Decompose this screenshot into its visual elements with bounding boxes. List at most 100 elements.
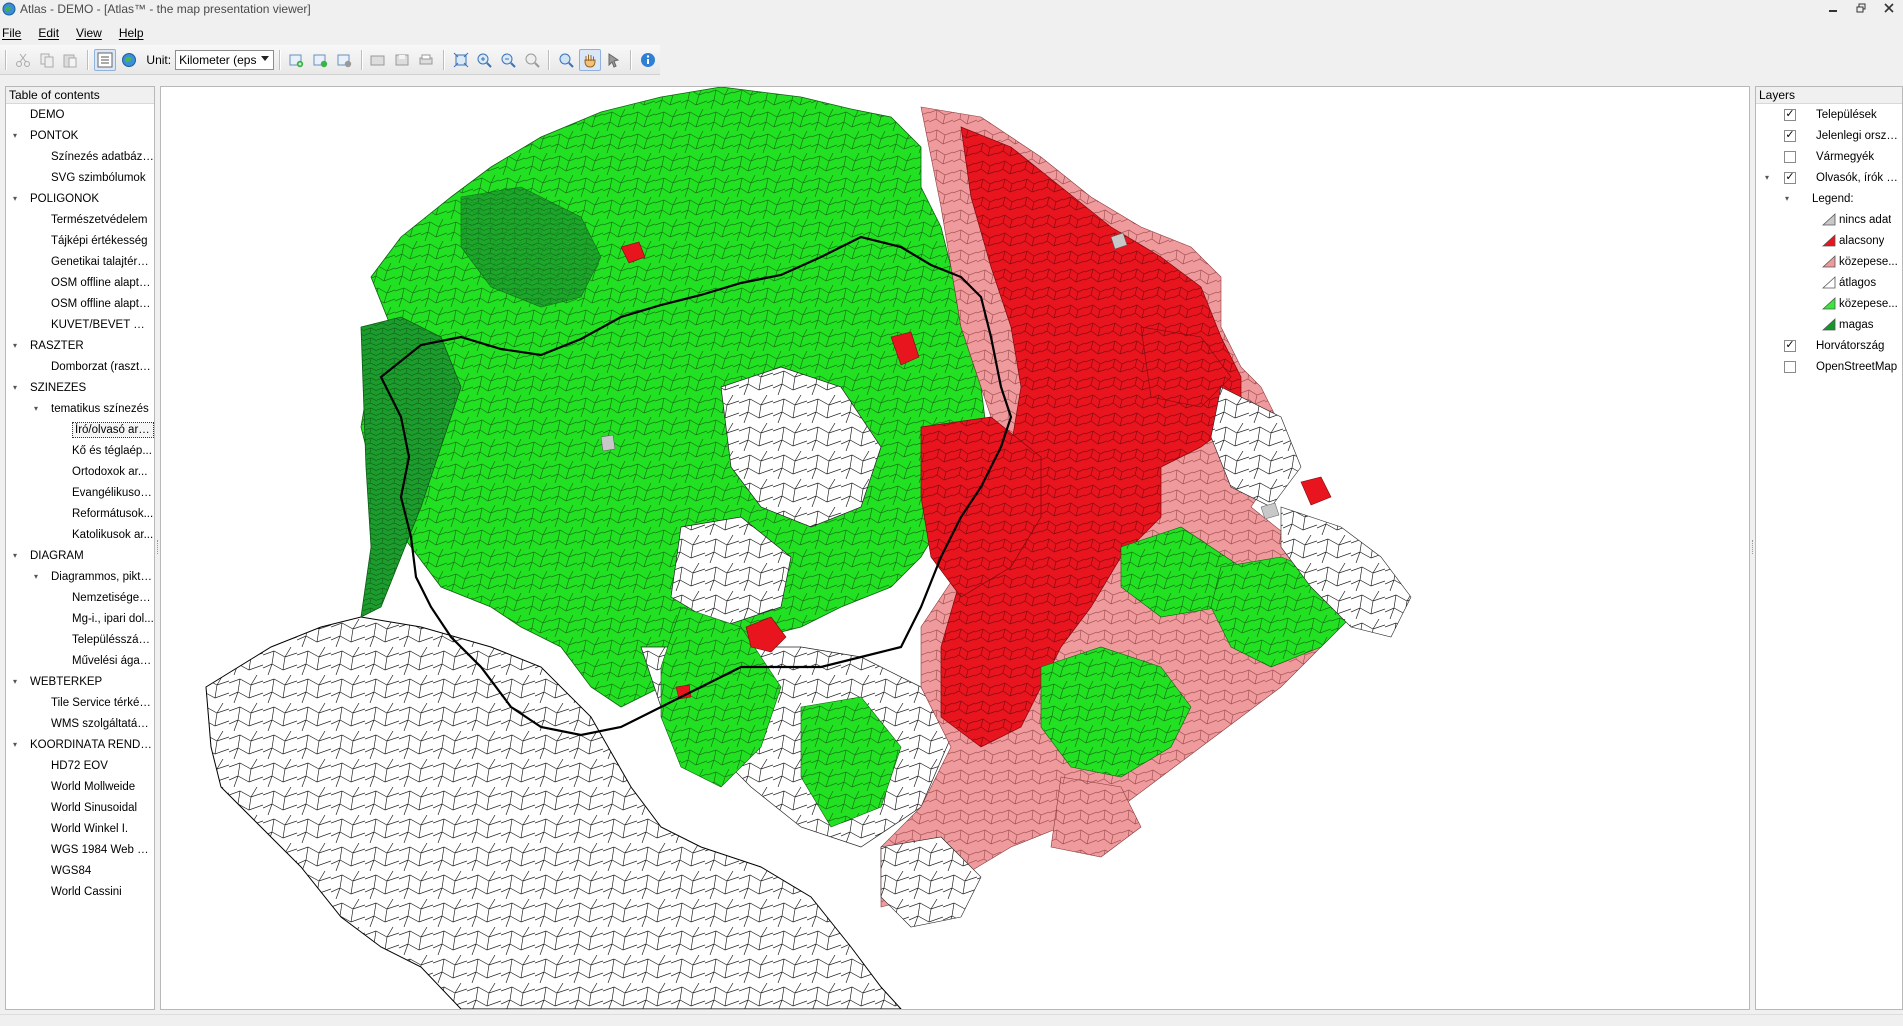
expand-toggle-icon[interactable]: ▾ — [31, 572, 41, 582]
zoom-previous-button[interactable] — [521, 49, 543, 71]
layer-item[interactable]: ✓ Települések — [1756, 104, 1902, 125]
expand-toggle-icon[interactable]: ▾ — [10, 740, 20, 750]
toc-item[interactable]: Reformátusok... — [6, 503, 154, 524]
toc-item[interactable]: World Sinusoidal — [6, 797, 154, 818]
toc-item[interactable]: Író/olvasó ará... — [6, 419, 154, 440]
toc-item[interactable]: World Mollweide — [6, 776, 154, 797]
expand-toggle-icon[interactable]: ▾ — [31, 404, 41, 414]
toc-item[interactable]: Nemzetiségek ... — [6, 587, 154, 608]
toc-item[interactable]: ▾ tematikus színezés — [6, 398, 154, 419]
toc-item[interactable]: Genetikai talajtérkép — [6, 251, 154, 272]
toc-item[interactable]: DEMO — [6, 104, 154, 125]
legend-swatch-icon — [1822, 297, 1836, 310]
toc-item[interactable]: Tájképi értékesség — [6, 230, 154, 251]
expand-toggle-icon[interactable]: ▾ — [10, 551, 20, 561]
toc-item[interactable]: Katolikusok ar... — [6, 524, 154, 545]
cut-button[interactable] — [12, 49, 34, 71]
paste-button[interactable] — [59, 49, 81, 71]
toc-item[interactable]: Természetvédelem — [6, 209, 154, 230]
layer-item[interactable]: Vármegyék — [1756, 146, 1902, 167]
toc-item[interactable]: Mg-i., ipari dol... — [6, 608, 154, 629]
minimize-button[interactable] — [1819, 0, 1847, 16]
expand-toggle-icon[interactable]: ▾ — [1782, 194, 1792, 204]
expand-toggle-icon[interactable]: ▾ — [10, 383, 20, 393]
left-splitter-handle[interactable] — [157, 540, 159, 554]
toc-item[interactable]: WGS84 — [6, 860, 154, 881]
toc-item[interactable]: Településszám... — [6, 629, 154, 650]
menu-help[interactable]: Help — [117, 26, 149, 40]
zoom-out-button[interactable] — [497, 49, 519, 71]
menu-file[interactable]: File — [0, 26, 26, 40]
map-canvas[interactable] — [161, 87, 1749, 1009]
layer-visibility-checkbox[interactable]: ✓ — [1784, 171, 1796, 184]
globe-button[interactable] — [118, 49, 140, 71]
toc-item[interactable]: ▾ DIAGRAM — [6, 545, 154, 566]
unit-dropdown[interactable]: Kilometer (eps — [175, 49, 274, 70]
layer-visibility-checkbox[interactable]: ✓ — [1784, 129, 1796, 142]
toc-item[interactable]: WMS szolgáltatások — [6, 713, 154, 734]
toc-item[interactable]: HD72 EOV — [6, 755, 154, 776]
open-button[interactable] — [368, 49, 390, 71]
layer-visibility-checkbox[interactable] — [1784, 150, 1796, 163]
toc-item[interactable]: Színezés adatbázis... — [6, 146, 154, 167]
restore-button[interactable] — [1847, 0, 1875, 16]
layer-item[interactable]: ▾ ✓ Olvasók, írók a... — [1756, 167, 1902, 188]
toc-item[interactable]: Evangélikusok... — [6, 482, 154, 503]
layer-item[interactable]: OpenStreetMap — [1756, 356, 1902, 377]
toc-item[interactable]: KÜVET/BEVET minta — [6, 314, 154, 335]
save-button[interactable] — [391, 49, 413, 71]
zoom-extent-button[interactable] — [450, 49, 472, 71]
toc-item[interactable]: Domborzat (raszte... — [6, 356, 154, 377]
toc-item[interactable]: WGS 1984 Web M... — [6, 839, 154, 860]
toc-item[interactable]: Ortodoxok ar... — [6, 461, 154, 482]
toc-item[interactable]: ▾ WEBTÉRKÉP — [6, 671, 154, 692]
table-of-contents-toggle[interactable] — [94, 48, 116, 71]
map-view[interactable] — [160, 86, 1750, 1010]
print-button[interactable] — [415, 49, 437, 71]
layer-visibility-checkbox[interactable]: ✓ — [1784, 108, 1796, 121]
expand-toggle-icon[interactable]: ▾ — [10, 194, 20, 204]
folder-icon — [370, 55, 385, 65]
add-data-button[interactable] — [309, 49, 331, 71]
toc-item[interactable]: Művelési ágak... — [6, 650, 154, 671]
toc-item[interactable]: ▾ PONTOK — [6, 125, 154, 146]
toc-item[interactable]: World Winkel I. — [6, 818, 154, 839]
zoom-in-button[interactable] — [473, 49, 495, 71]
layer-item-label: Jelenlegi orszá... — [1816, 129, 1902, 142]
expand-toggle-icon[interactable]: ▾ — [1762, 173, 1772, 183]
right-splitter-handle[interactable] — [1752, 540, 1754, 554]
toc-item[interactable]: World Cassini — [6, 881, 154, 902]
toc-item[interactable]: ▾ Diagrammos, pikto... — [6, 566, 154, 587]
layer-visibility-checkbox[interactable] — [1784, 360, 1796, 373]
toc-item[interactable]: ▾ KOORDINÁTA RENDSZ... — [6, 734, 154, 755]
toc-item[interactable]: ▾ POLIGONOK — [6, 188, 154, 209]
info-button[interactable] — [637, 49, 659, 71]
toc-item[interactable]: ▾ RASZTER — [6, 335, 154, 356]
toolbar-separator — [87, 49, 89, 70]
layer-item[interactable]: ✓ Horvátország — [1756, 335, 1902, 356]
copy-button[interactable] — [36, 49, 58, 71]
expand-toggle-icon[interactable]: ▾ — [10, 341, 20, 351]
expand-toggle-icon[interactable]: ▾ — [10, 131, 20, 141]
toc-item[interactable]: Tile Service térképek — [6, 692, 154, 713]
menu-view[interactable]: View — [74, 26, 107, 40]
toc-item[interactable]: OSM offline alapté... — [6, 293, 154, 314]
menu-edit[interactable]: Edit — [36, 26, 64, 40]
layer-visibility-checkbox[interactable]: ✓ — [1784, 339, 1796, 352]
layer-item[interactable]: ✓ Jelenlegi orszá... — [1756, 125, 1902, 146]
toc-item[interactable]: Kő és téglaép... — [6, 440, 154, 461]
zoom-in-icon — [477, 53, 492, 68]
pan-tool-button[interactable] — [579, 48, 601, 71]
toc-item-label: Természetvédelem — [51, 213, 148, 226]
toc-item[interactable]: OSM offline alapté... — [6, 272, 154, 293]
close-button[interactable] — [1875, 0, 1903, 16]
toc-item[interactable]: ▾ SZÍNEZÉS — [6, 377, 154, 398]
select-tool-button[interactable] — [603, 49, 625, 71]
toc-item[interactable]: SVG szimbólumok — [6, 167, 154, 188]
add-layer-button[interactable] — [286, 49, 308, 71]
remove-layer-button[interactable] — [333, 49, 355, 71]
zoom-tool-button[interactable] — [555, 49, 577, 71]
legend-item-label: közepese... — [1839, 255, 1898, 268]
expand-toggle-icon[interactable]: ▾ — [10, 677, 20, 687]
